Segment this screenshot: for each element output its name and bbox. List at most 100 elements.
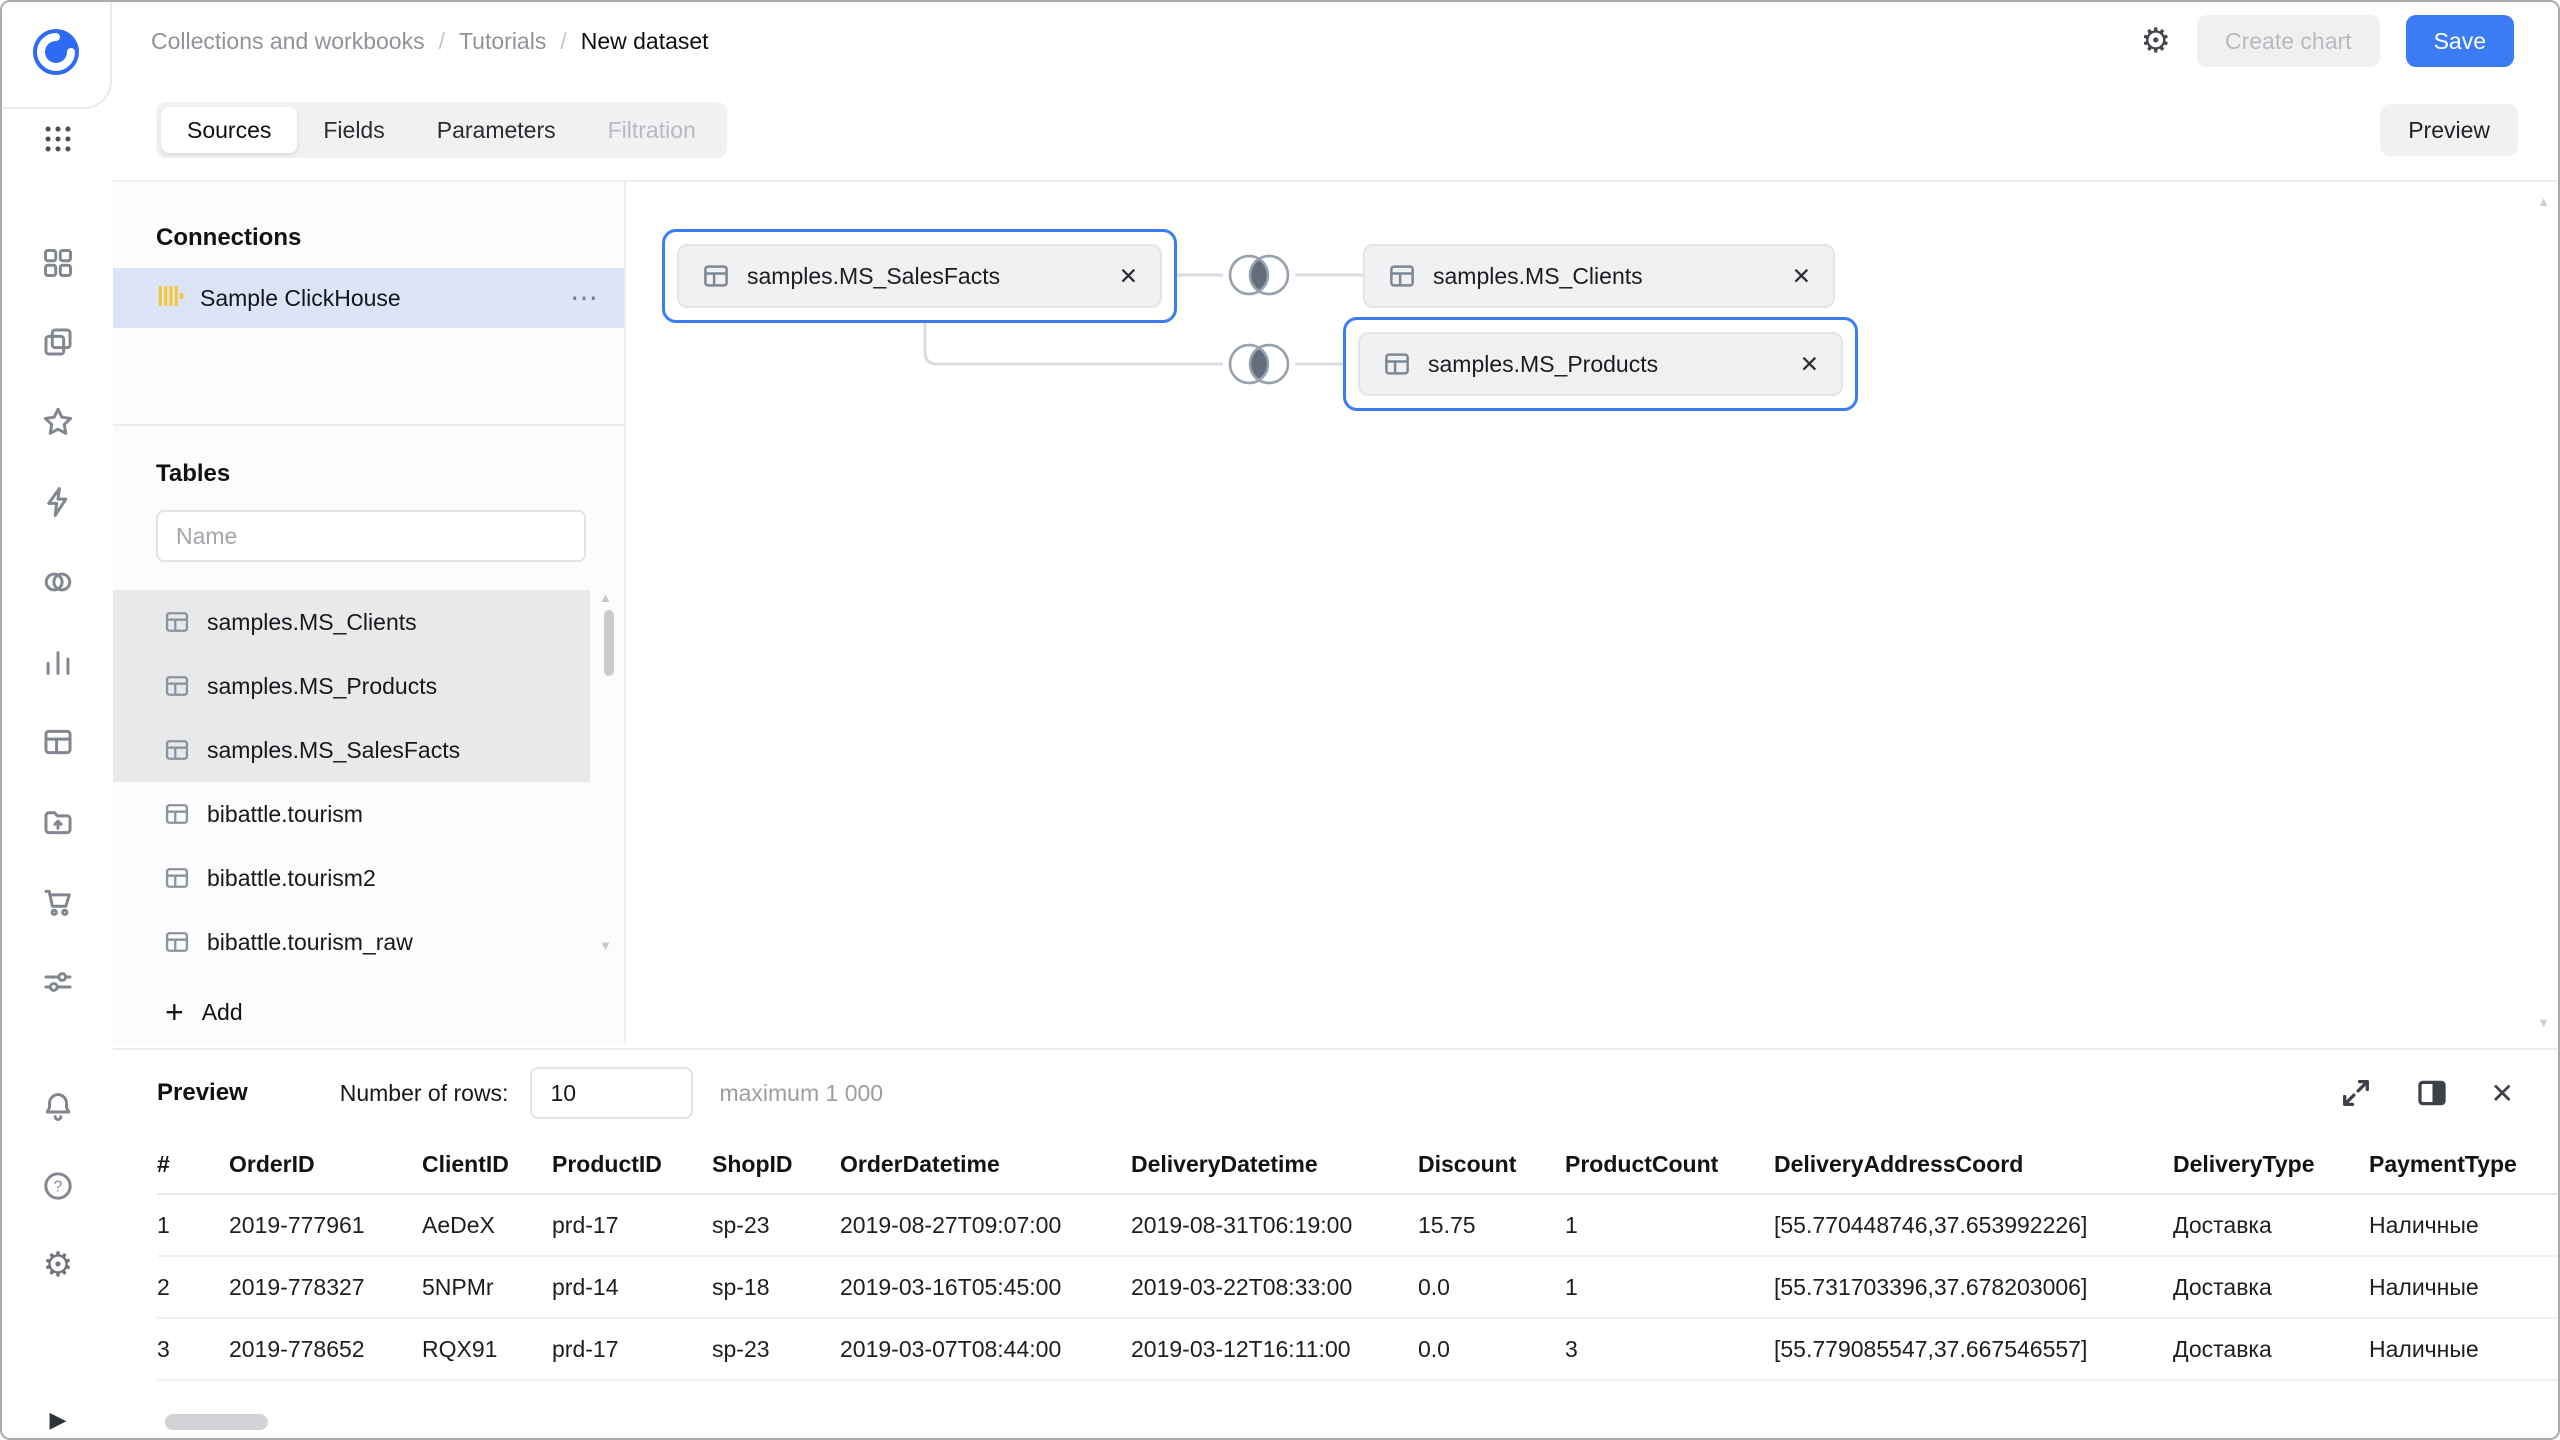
expand-play-icon[interactable]: ▶ [38, 1400, 78, 1440]
horizontal-scrollbar-thumb[interactable] [165, 1414, 268, 1430]
table-item-tourism-raw[interactable]: bibattle.tourism_raw [113, 910, 590, 974]
rows-count-input[interactable] [530, 1067, 693, 1119]
preview-cell: 2019-08-31T06:19:00 [1131, 1194, 1418, 1256]
notifications-bell-icon[interactable] [38, 1086, 78, 1126]
join-icon-salesfacts-products[interactable] [1219, 332, 1299, 396]
canvas-scroll-down-icon[interactable]: ▼ [2537, 1015, 2550, 1030]
preview-column-header: # [157, 1136, 229, 1194]
table-item-ms-products[interactable]: samples.MS_Products [113, 654, 590, 718]
preview-column-header: ShopID [712, 1136, 840, 1194]
preview-cell: 1 [157, 1194, 229, 1256]
preview-cell: sp-23 [712, 1194, 840, 1256]
preview-cell: RQX91 [422, 1318, 552, 1380]
panel-divider [113, 424, 624, 426]
apps-grid-icon[interactable] [38, 119, 78, 159]
preview-column-header: Discount [1418, 1136, 1565, 1194]
table-item-tourism[interactable]: bibattle.tourism [113, 782, 590, 846]
bar-chart-icon[interactable] [38, 642, 78, 682]
connection-item-sample-clickhouse[interactable]: Sample ClickHouse ⋯ [113, 268, 624, 328]
preview-cell: Наличные [2369, 1256, 2558, 1318]
plus-icon: + [165, 996, 184, 1028]
list-scrollbar-thumb[interactable] [604, 610, 614, 676]
preview-toggle-button[interactable]: Preview [2380, 104, 2518, 156]
preview-cell: 3 [157, 1318, 229, 1380]
preview-cell: 2019-08-27T09:07:00 [840, 1194, 1131, 1256]
breadcrumb-tutorials[interactable]: Tutorials [459, 28, 546, 55]
preview-cell: 2019-03-22T08:33:00 [1131, 1256, 1418, 1318]
datalens-logo[interactable] [27, 23, 85, 86]
node-remove-icon[interactable]: ✕ [1800, 351, 1819, 378]
collections-icon[interactable] [38, 243, 78, 283]
preview-cell: Наличные [2369, 1318, 2558, 1380]
table-grid-icon[interactable] [38, 722, 78, 762]
preview-cell: Доставка [2173, 1318, 2369, 1380]
dataset-settings-gear-icon[interactable]: ⚙ [2141, 21, 2171, 61]
table-item-label: bibattle.tourism_raw [207, 929, 413, 956]
preview-cell: 1 [1565, 1256, 1774, 1318]
connection-name: Sample ClickHouse [200, 285, 401, 312]
preview-cell: prd-17 [552, 1194, 712, 1256]
create-chart-button[interactable]: Create chart [2197, 15, 2380, 67]
preview-table-row: 32019-778652RQX91prd-17sp-232019-03-07T0… [157, 1318, 2558, 1380]
node-ms-salesfacts[interactable]: samples.MS_SalesFacts ✕ [662, 229, 1177, 323]
list-scroll-down-icon[interactable]: ▼ [599, 938, 612, 953]
node-ms-products[interactable]: samples.MS_Products ✕ [1343, 317, 1858, 411]
preview-column-header: OrderDatetime [840, 1136, 1131, 1194]
breadcrumb: Collections and workbooks / Tutorials / … [151, 28, 709, 55]
tab-sources[interactable]: Sources [161, 107, 297, 153]
table-item-ms-clients[interactable]: samples.MS_Clients [113, 590, 590, 654]
preview-column-header: OrderID [229, 1136, 422, 1194]
breadcrumb-current: New dataset [581, 28, 709, 55]
quick-bolt-icon[interactable] [38, 482, 78, 522]
tab-parameters[interactable]: Parameters [411, 107, 582, 153]
preview-cell: 2019-778652 [229, 1318, 422, 1380]
close-preview-icon[interactable]: ✕ [2491, 1077, 2514, 1110]
preview-header: Preview Number of rows: maximum 1 000 ✕ [113, 1050, 2558, 1136]
join-icon-salesfacts-clients[interactable] [1219, 243, 1299, 307]
svg-text:?: ? [54, 1179, 63, 1196]
split-view-icon[interactable] [2415, 1076, 2449, 1110]
fullscreen-expand-icon[interactable] [2339, 1076, 2373, 1110]
workbooks-icon[interactable] [38, 322, 78, 362]
services-sliders-icon[interactable] [38, 962, 78, 1002]
node-label: samples.MS_Products [1428, 351, 1658, 378]
preview-cell: 3 [1565, 1318, 1774, 1380]
tab-fields[interactable]: Fields [297, 107, 410, 153]
preview-column-header: DeliveryType [2173, 1136, 2369, 1194]
help-icon[interactable]: ? [38, 1166, 78, 1206]
preview-column-header: ProductID [552, 1136, 712, 1194]
marketplace-cart-icon[interactable] [38, 882, 78, 922]
preview-cell: 0.0 [1418, 1318, 1565, 1380]
settings-gear-icon[interactable]: ⚙ [38, 1245, 78, 1285]
storage-folder-icon[interactable] [38, 802, 78, 842]
preview-column-header: ProductCount [1565, 1136, 1774, 1194]
sources-panel: Connections Sample ClickHouse ⋯ Tables s… [113, 182, 626, 1044]
joins-venn-icon[interactable] [38, 562, 78, 602]
preview-cell: [55.779085547,37.667546557] [1774, 1318, 2173, 1380]
save-button[interactable]: Save [2406, 15, 2514, 67]
preview-column-header: DeliveryAddressCoord [1774, 1136, 2173, 1194]
breadcrumb-collections[interactable]: Collections and workbooks [151, 28, 425, 55]
node-pill: samples.MS_Products ✕ [1358, 332, 1843, 396]
dataset-join-canvas[interactable]: samples.MS_SalesFacts ✕ [626, 182, 2558, 1044]
preview-table-header-row: #OrderIDClientIDProductIDShopIDOrderDate… [157, 1136, 2558, 1194]
table-item-label: bibattle.tourism2 [207, 865, 376, 892]
preview-column-header: ClientID [422, 1136, 552, 1194]
node-remove-icon[interactable]: ✕ [1792, 263, 1811, 290]
list-scroll-up-icon[interactable]: ▲ [599, 590, 612, 605]
rows-count-label: Number of rows: [340, 1080, 509, 1107]
clickhouse-bars-icon [156, 282, 184, 315]
favorites-star-icon[interactable] [38, 402, 78, 442]
connection-menu-icon[interactable]: ⋯ [570, 284, 598, 312]
table-item-ms-salesfacts[interactable]: samples.MS_SalesFacts [113, 718, 590, 782]
preview-cell: 2019-778327 [229, 1256, 422, 1318]
preview-cell: 2019-03-16T05:45:00 [840, 1256, 1131, 1318]
table-item-tourism2[interactable]: bibattle.tourism2 [113, 846, 590, 910]
node-remove-icon[interactable]: ✕ [1119, 263, 1138, 290]
node-ms-clients[interactable]: samples.MS_Clients ✕ [1363, 244, 1835, 308]
preview-cell: prd-17 [552, 1318, 712, 1380]
add-table-button[interactable]: + Add [113, 984, 624, 1040]
tables-search-input[interactable] [156, 510, 586, 562]
app-window: ? ⚙ ▶ Collections and workbooks / Tutori… [0, 0, 2560, 1440]
canvas-scroll-up-icon[interactable]: ▲ [2537, 194, 2550, 209]
